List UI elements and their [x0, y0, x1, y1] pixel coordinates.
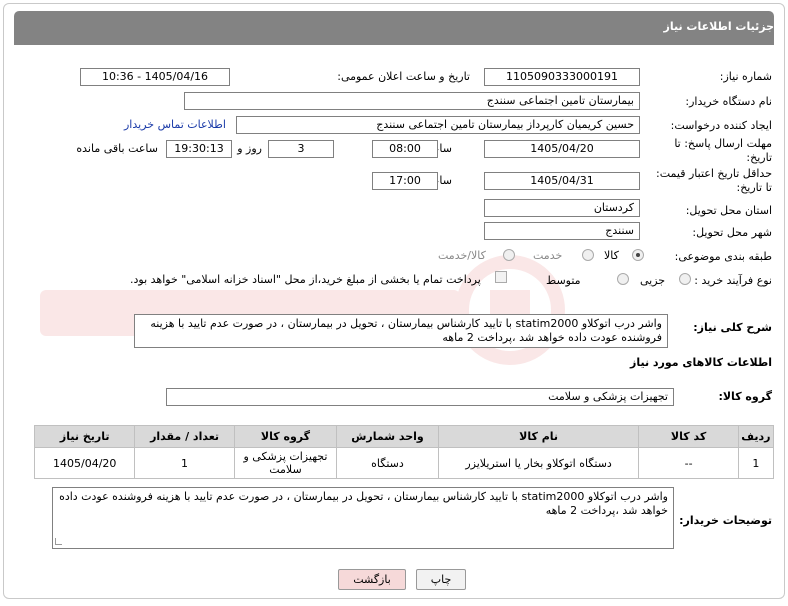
deadline-time-field: 08:00 [372, 140, 438, 158]
print-button[interactable]: چاپ [416, 569, 466, 590]
province-label: استان محل تحویل: [685, 204, 772, 217]
process-option-small: جزیی [640, 274, 666, 287]
city-label: شهر محل تحویل: [692, 226, 772, 239]
goods-group-label: گروه کالا: [718, 390, 772, 403]
description-label: شرح کلی نیاز: [693, 321, 772, 334]
cell-index: 1 [737, 447, 775, 479]
back-button[interactable]: بازگشت [338, 569, 406, 590]
cell-date: 1405/04/20 [33, 447, 136, 479]
cell-name: دستگاه اتوکلاو بخار یا استریلایزر [437, 447, 640, 479]
goods-table: ردیف کد کالا نام کالا واحد شمارش گروه کا… [33, 425, 775, 479]
remaining-time-field: 19:30:13 [166, 140, 232, 158]
cell-code: -- [638, 447, 739, 479]
category-radio-service[interactable] [582, 249, 594, 261]
contact-info-link[interactable]: اطلاعات تماس خریدار [124, 118, 226, 131]
buyer-notes-label: توضیحات خریدار: [679, 514, 772, 527]
deadline-date-field: 1405/04/20 [484, 140, 640, 158]
validity-date-field: 1405/04/31 [484, 172, 640, 190]
treasury-checkbox[interactable] [495, 271, 507, 283]
goods-table-header: ردیف کد کالا نام کالا واحد شمارش گروه کا… [33, 425, 775, 448]
col-group: گروه کالا [233, 425, 338, 448]
category-option-service: خدمت [533, 249, 563, 262]
treasury-note: پرداخت تمام یا بخشی از مبلغ خرید،از محل … [130, 273, 481, 286]
goods-section-title: اطلاعات کالاهای مورد نیاز [630, 356, 772, 369]
validity-label: حداقل تاریخ اعتبار قیمت: [656, 167, 772, 180]
process-label: نوع فرآیند خرید : [694, 274, 772, 287]
validity-label-2: تا تاریخ: [736, 181, 772, 194]
need-number-field: 1105090333000191 [484, 68, 640, 86]
buyer-field: بیمارستان تامین اجتماعی سنندج [184, 92, 640, 110]
col-code: کد کالا [638, 425, 739, 448]
category-radio-goods[interactable] [632, 249, 644, 261]
buyer-notes-field: واشر درب اتوکلاو statim2000 با تایید کار… [52, 487, 674, 549]
page-title: جزئیات اطلاعات نیاز [663, 20, 775, 33]
province-field: کردستان [484, 199, 640, 217]
col-qty: تعداد / مقدار [134, 425, 235, 448]
category-label: طبقه بندی موضوعی: [674, 250, 772, 263]
category-radio-both[interactable] [503, 249, 515, 261]
cell-qty: 1 [134, 447, 235, 479]
resize-grip-icon[interactable] [55, 538, 62, 545]
process-radio-medium[interactable] [617, 273, 629, 285]
validity-time-field: 17:00 [372, 172, 438, 190]
announce-label: تاریخ و ساعت اعلان عمومی: [337, 70, 470, 83]
process-radio-small[interactable] [679, 273, 691, 285]
col-index: ردیف [737, 425, 775, 448]
buyer-label: نام دستگاه خریدار: [685, 95, 772, 108]
goods-group-field: تجهیزات پزشکی و سلامت [166, 388, 674, 406]
days-field: 3 [268, 140, 334, 158]
city-field: سنندج [484, 222, 640, 240]
category-option-both: کالا/خدمت [438, 249, 486, 262]
col-name: نام کالا [437, 425, 640, 448]
deadline-label: مهلت ارسال پاسخ: تا [674, 137, 772, 150]
watermark-logo [40, 255, 565, 365]
col-unit: واحد شمارش [336, 425, 439, 448]
creator-label: ایجاد کننده درخواست: [670, 119, 772, 132]
process-option-medium: متوسط [546, 274, 581, 287]
days-label: روز و [237, 142, 262, 155]
remaining-label: ساعت باقی مانده [76, 142, 158, 155]
table-row: 1 -- دستگاه اتوکلاو بخار یا استریلایزر د… [33, 447, 775, 479]
panel-header [14, 11, 774, 45]
description-field: واشر درب اتوکلاو statim2000 با تایید کار… [134, 314, 668, 348]
announce-field: 1405/04/16 - 10:36 [80, 68, 230, 86]
col-date: تاریخ نیاز [33, 425, 136, 448]
cell-unit: دستگاه [336, 447, 439, 479]
need-number-label: شماره نیاز: [719, 70, 772, 83]
cell-group: تجهیزات پزشکی و سلامت [233, 447, 338, 479]
deadline-label-2: تاریخ: [746, 151, 772, 164]
creator-field: حسین کریمیان کارپرداز بیمارستان تامین اج… [236, 116, 640, 134]
category-option-goods: کالا [604, 249, 619, 262]
